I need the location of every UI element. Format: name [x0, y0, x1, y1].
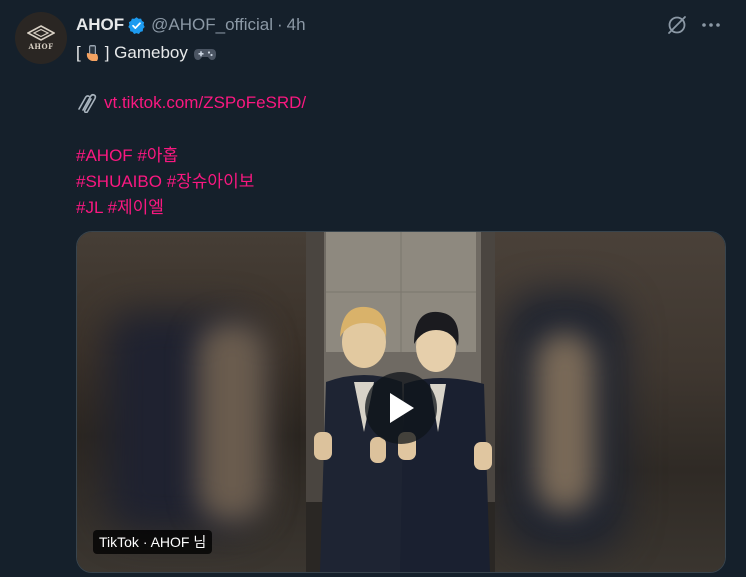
video-source-caption: TikTok · AHOF 님	[93, 530, 213, 554]
play-icon	[390, 393, 414, 423]
hashtags: #AHOF #아홉 #SHUAIBO #장슈아이보 #JL #제이엘	[76, 143, 254, 221]
tweet-title: ] Gameboy	[104, 43, 188, 62]
blurred-backdrop-left	[77, 232, 306, 572]
play-button[interactable]	[365, 372, 437, 444]
tweet-header: AHOF @AHOF_official · 4h	[76, 14, 306, 36]
timestamp[interactable]: 4h	[287, 15, 306, 35]
separator-dot: ·	[277, 15, 283, 34]
grok-icon[interactable]	[666, 14, 688, 36]
paperclip-icon	[78, 93, 97, 113]
tiktok-link[interactable]: vt.tiktok.com/ZSPoFeSRD/	[104, 93, 306, 113]
tweet[interactable]: AHOF AHOF @AHOF_official · 4h [ ] Gamebo…	[0, 0, 746, 577]
hashtag-line[interactable]: #JL #제이엘	[76, 195, 254, 221]
game-controller-icon	[193, 46, 216, 60]
hand-emoji-icon	[85, 44, 101, 62]
avatar[interactable]: AHOF	[15, 12, 67, 64]
hashtag-line[interactable]: #SHUAIBO #장슈아이보	[76, 169, 254, 195]
verified-badge-icon	[128, 16, 145, 34]
blurred-backdrop-right	[495, 232, 725, 572]
more-options-icon[interactable]	[700, 14, 722, 36]
ahof-logo-icon	[27, 25, 55, 41]
link-row: vt.tiktok.com/ZSPoFeSRD/	[76, 93, 306, 113]
avatar-label: AHOF	[28, 42, 54, 51]
author-name[interactable]: AHOF	[76, 15, 124, 35]
tweet-text-line: [ ] Gameboy	[76, 43, 216, 63]
author-handle[interactable]: @AHOF_official	[151, 15, 273, 35]
video-card[interactable]: TikTok · AHOF 님	[76, 231, 726, 573]
hashtag-line[interactable]: #AHOF #아홉	[76, 143, 254, 169]
bracket-open: [	[76, 43, 81, 62]
